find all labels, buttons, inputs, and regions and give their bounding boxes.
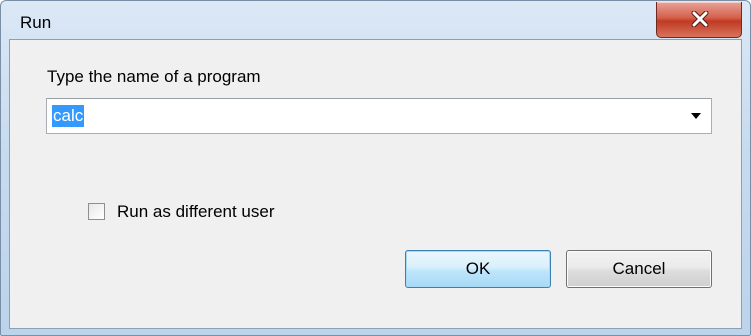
program-name-combobox[interactable]: calc — [46, 98, 712, 134]
window-title: Run — [20, 13, 52, 32]
run-dialog-window: Run Type the name of a program calc Run … — [0, 0, 751, 336]
run-as-different-user-checkbox[interactable] — [88, 203, 105, 220]
dropdown-button[interactable] — [681, 99, 711, 133]
program-name-input[interactable]: calc — [52, 105, 85, 127]
run-as-different-user-label[interactable]: Run as different user — [117, 202, 275, 222]
close-button[interactable] — [656, 2, 742, 38]
program-name-label: Type the name of a program — [47, 67, 261, 86]
close-icon — [691, 11, 709, 27]
cancel-button[interactable]: Cancel — [566, 250, 712, 288]
ok-button[interactable]: OK — [405, 250, 551, 288]
chevron-down-icon — [691, 113, 701, 119]
title-bar[interactable]: Run — [1, 1, 750, 39]
